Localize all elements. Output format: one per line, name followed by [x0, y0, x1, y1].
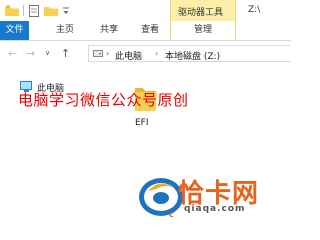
tab-view[interactable]: 查看	[137, 21, 163, 40]
up-arrow-icon[interactable]: ↑	[61, 47, 70, 60]
breadcrumb-separator-icon: ›	[106, 49, 110, 58]
breadcrumb-separator-icon: ›	[155, 49, 159, 58]
tab-manage[interactable]: 管理	[170, 21, 236, 40]
address-row: ← → ∨ ↑ › 此电脑 › 本地磁盘 (Z:)	[0, 41, 291, 67]
tab-file[interactable]: 文件	[0, 21, 29, 40]
back-arrow-icon[interactable]: ←	[8, 47, 17, 60]
divider	[23, 5, 24, 16]
breadcrumb-this-pc[interactable]: 此电脑	[115, 49, 142, 62]
recent-locations-chevron-icon[interactable]: ∨	[45, 49, 50, 57]
address-bar[interactable]: › 此电脑 › 本地磁盘 (Z:)	[88, 45, 291, 62]
logo-url: qiaqa.com	[184, 204, 246, 214]
window-title: Z:\	[248, 5, 261, 15]
drive-icon	[93, 50, 103, 57]
tab-share[interactable]: 共享	[96, 21, 122, 40]
properties-icon[interactable]	[29, 5, 39, 17]
explorer-folder-icon[interactable]	[5, 5, 19, 16]
drive-tools-context-tab: 驱动器工具	[170, 0, 236, 21]
watermark-text: 电脑学习微信公众号原创	[18, 91, 189, 109]
svg-text:c: c	[169, 210, 174, 219]
drive-tools-label: 驱动器工具	[178, 8, 224, 18]
title-bar: 驱动器工具 Z:\	[0, 0, 291, 21]
tab-home[interactable]: 主页	[52, 21, 78, 40]
breadcrumb-local-disk-z[interactable]: 本地磁盘 (Z:)	[165, 49, 220, 62]
qat-dropdown-icon[interactable]	[62, 5, 70, 16]
ribbon-tabs: 文件 主页 共享 查看 管理	[0, 21, 291, 41]
folder-label-efi[interactable]: EFI	[135, 118, 149, 128]
new-folder-icon[interactable]	[44, 5, 58, 16]
forward-arrow-icon[interactable]: →	[26, 47, 35, 60]
